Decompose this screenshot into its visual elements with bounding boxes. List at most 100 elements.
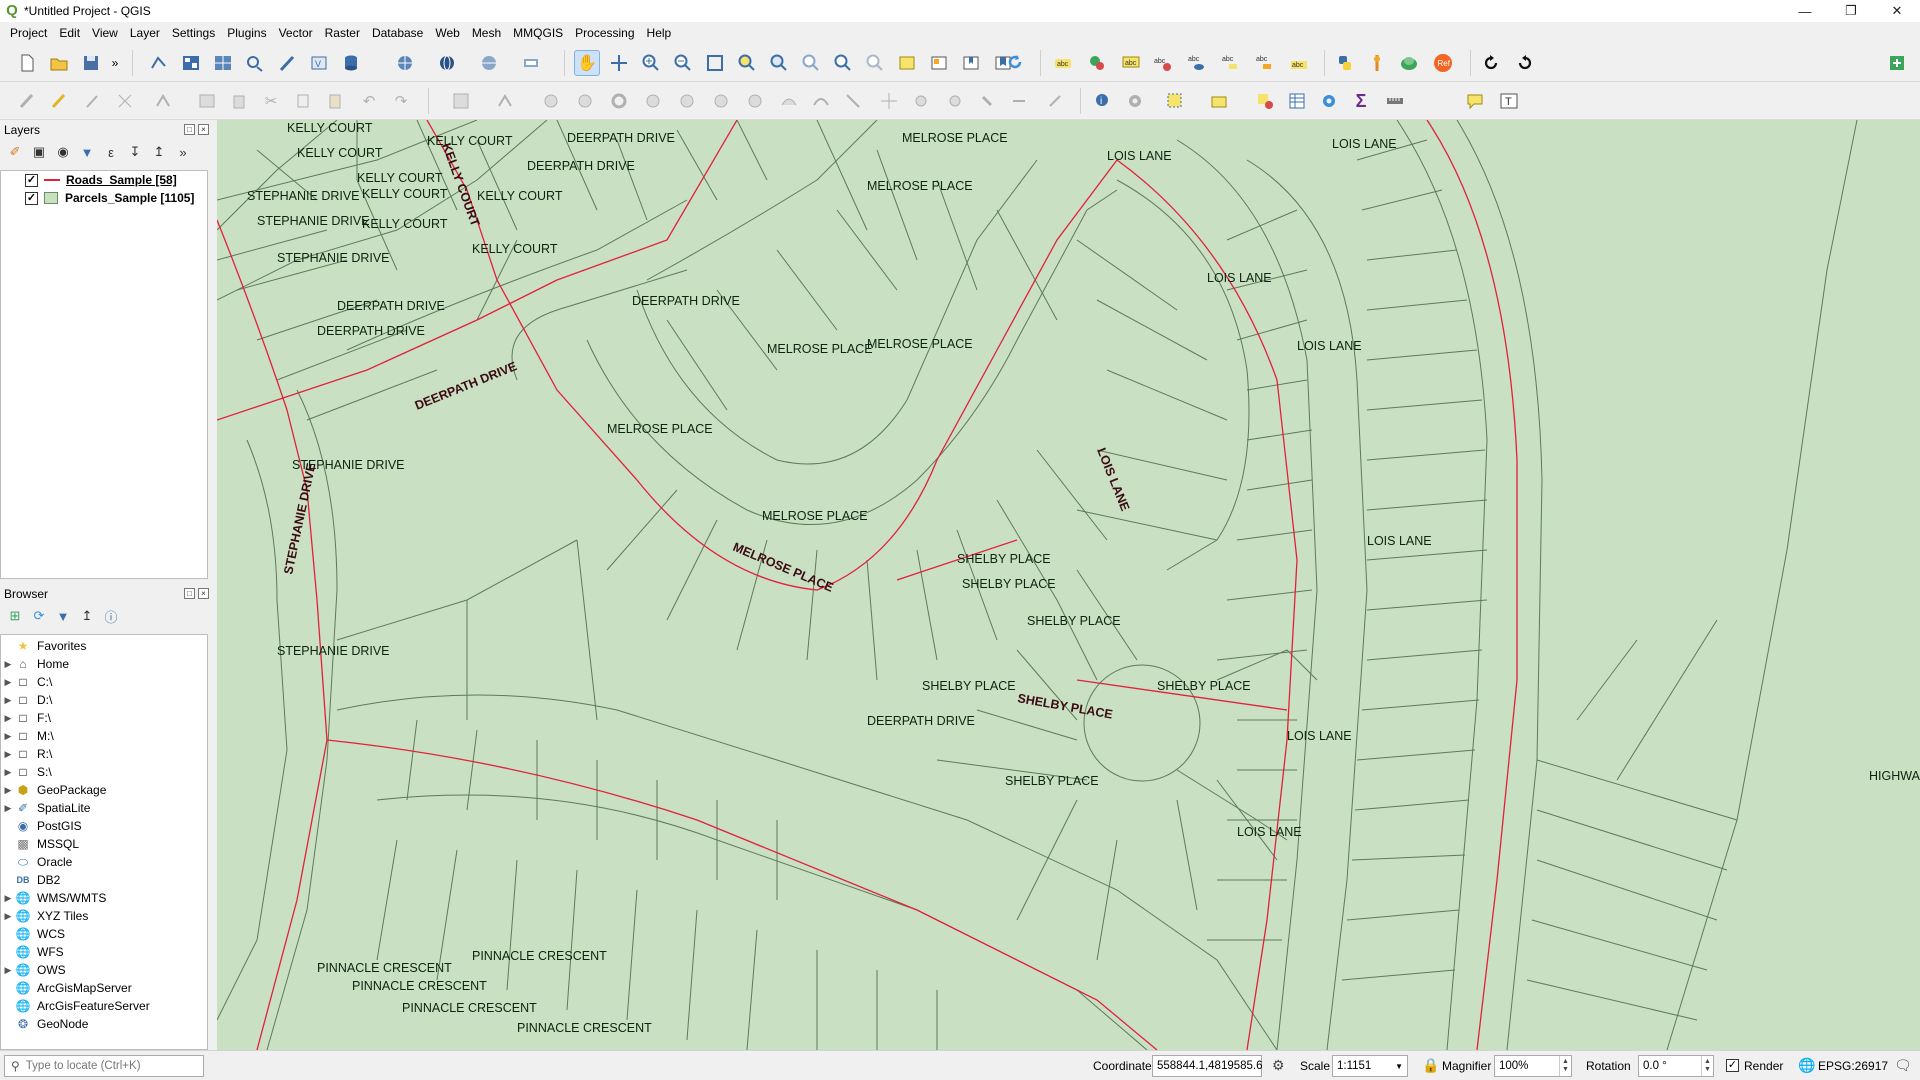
vertex-tool-button[interactable]: [150, 88, 176, 114]
map-tips-button[interactable]: [1462, 88, 1488, 114]
browser-item-s-drive[interactable]: ▶ □ S:\: [1, 763, 207, 781]
layers-overflow-button[interactable]: »: [174, 143, 192, 161]
fill-ring-button[interactable]: [674, 88, 700, 114]
add-selected-layers-button[interactable]: ⊞: [6, 607, 24, 625]
advanced-digitize-button[interactable]: [448, 88, 474, 114]
layer-row-roads[interactable]: ✓ Roads_Sample [58]: [1, 171, 207, 189]
highlight-pinned-labels-button[interactable]: abc: [1150, 50, 1176, 76]
add-mesh-button[interactable]: [210, 50, 236, 76]
zoom-native-button[interactable]: [798, 50, 824, 76]
layer-row-parcels[interactable]: ✓ Parcels_Sample [1105]: [1, 189, 207, 207]
menu-help[interactable]: Help: [641, 22, 678, 44]
layer-visibility-checkbox[interactable]: ✓: [25, 173, 38, 187]
filter-legend-button[interactable]: ▼: [78, 143, 96, 161]
new-map-view-button[interactable]: [894, 50, 920, 76]
browser-item-wfs[interactable]: 🌐 WFS: [1, 943, 207, 961]
collapse-all-button[interactable]: ↥: [150, 143, 168, 161]
browser-item-m-drive[interactable]: ▶ □ M:\: [1, 727, 207, 745]
paste-features-button[interactable]: [322, 88, 348, 114]
current-edits-button[interactable]: [14, 88, 40, 114]
browser-item-db2[interactable]: DB DB2: [1, 871, 207, 889]
expand-arrow-icon[interactable]: ▶: [1, 659, 15, 670]
add-ring-button[interactable]: [606, 88, 632, 114]
menu-mesh[interactable]: Mesh: [466, 22, 507, 44]
redo-view-button[interactable]: [1478, 50, 1504, 76]
deselect-all-button[interactable]: [1252, 88, 1278, 114]
expand-arrow-icon[interactable]: ▶: [1, 803, 15, 814]
ref-plugin-button[interactable]: Ref: [1430, 50, 1456, 76]
cut-features-button[interactable]: ✂: [258, 88, 284, 114]
redo-button[interactable]: ↷: [388, 88, 414, 114]
add-wms-button[interactable]: [392, 50, 418, 76]
pin-labels-button[interactable]: abc: [1118, 50, 1144, 76]
select-by-value-button[interactable]: [1206, 88, 1232, 114]
change-label-button[interactable]: abc: [1286, 50, 1312, 76]
render-checkbox[interactable]: ✓: [1726, 1059, 1739, 1072]
expand-arrow-icon[interactable]: ▶: [1, 695, 15, 706]
split-parts-button[interactable]: [876, 88, 902, 114]
add-raster-button[interactable]: [178, 50, 204, 76]
close-button[interactable]: ✕: [1874, 0, 1920, 22]
merge-attributes-button[interactable]: [942, 88, 968, 114]
zoom-last-button[interactable]: [830, 50, 856, 76]
float-panel-button[interactable]: □: [184, 588, 195, 599]
offset-symbols-button[interactable]: [1006, 88, 1032, 114]
toggle-extents-icon[interactable]: ⚙: [1272, 1057, 1285, 1074]
rotate-feature-button[interactable]: [538, 88, 564, 114]
expand-arrow-icon[interactable]: ▶: [1, 677, 15, 688]
new-3d-view-button[interactable]: [926, 50, 952, 76]
toolbox-button[interactable]: [1316, 88, 1342, 114]
menu-edit[interactable]: Edit: [53, 22, 86, 44]
qgis-cloud-button[interactable]: [1396, 50, 1422, 76]
delete-part-button[interactable]: [742, 88, 768, 114]
open-project-button[interactable]: [46, 50, 72, 76]
undo-view-button[interactable]: [1512, 50, 1538, 76]
offset-curve-button[interactable]: [808, 88, 834, 114]
expand-arrow-icon[interactable]: ▶: [1, 911, 15, 922]
menu-vector[interactable]: Vector: [273, 22, 319, 44]
add-spatialite-button[interactable]: [274, 50, 300, 76]
run-action-button[interactable]: [1122, 88, 1148, 114]
zoom-full-button[interactable]: [702, 50, 728, 76]
add-wcs-button[interactable]: [476, 50, 502, 76]
move-feature-button[interactable]: [492, 88, 518, 114]
zoom-in-button[interactable]: [638, 50, 664, 76]
browser-item-arcgis-feature-server[interactable]: 🌐 ArcGisFeatureServer: [1, 997, 207, 1015]
expand-arrow-icon[interactable]: ▶: [1, 965, 15, 976]
show-hide-labels-button[interactable]: abc: [1184, 50, 1210, 76]
add-database-layer-button[interactable]: [338, 50, 364, 76]
messages-icon[interactable]: 🗨: [1894, 1057, 1912, 1074]
browser-item-r-drive[interactable]: ▶ □ R:\: [1, 745, 207, 763]
expand-arrow-icon[interactable]: ▶: [1, 767, 15, 778]
save-project-button[interactable]: [78, 50, 104, 76]
magnifier-field[interactable]: 100% ▲ ▼: [1494, 1055, 1572, 1077]
modify-attributes-button[interactable]: [194, 88, 220, 114]
browser-item-geonode[interactable]: ❂ GeoNode: [1, 1015, 207, 1033]
browser-item-postgis[interactable]: ◉ PostGIS: [1, 817, 207, 835]
add-virtual-layer-button[interactable]: V: [306, 50, 332, 76]
new-project-button[interactable]: [14, 50, 40, 76]
layer-styling-button[interactable]: ✐: [6, 143, 24, 161]
merge-features-button[interactable]: [908, 88, 934, 114]
delete-ring-button[interactable]: [708, 88, 734, 114]
create-layer-button[interactable]: [518, 50, 544, 76]
expand-arrow-icon[interactable]: ▶: [1, 893, 15, 904]
expand-arrow-icon[interactable]: ▶: [1, 713, 15, 724]
menu-processing[interactable]: Processing: [569, 22, 640, 44]
expand-arrow-icon[interactable]: ▶: [1, 731, 15, 742]
reshape-button[interactable]: [776, 88, 802, 114]
zoom-next-button[interactable]: [862, 50, 888, 76]
menu-view[interactable]: View: [86, 22, 124, 44]
layer-visibility-checkbox[interactable]: ✓: [25, 191, 38, 205]
plugin-tool-button[interactable]: [1364, 50, 1390, 76]
zoom-to-selection-button[interactable]: [734, 50, 760, 76]
add-part-button[interactable]: [640, 88, 666, 114]
menu-raster[interactable]: Raster: [319, 22, 366, 44]
map-canvas[interactable]: KELLY COURT KELLY COURT KELLY COURT KELLY C…: [217, 120, 1920, 1050]
save-edits-button[interactable]: [80, 88, 106, 114]
trim-extend-button[interactable]: [1042, 88, 1068, 114]
pan-map-button[interactable]: ✋: [574, 50, 600, 76]
close-panel-button[interactable]: ×: [198, 588, 209, 599]
label-toolbar-button[interactable]: abc: [1050, 50, 1076, 76]
browser-item-d-drive[interactable]: ▶ □ D:\: [1, 691, 207, 709]
